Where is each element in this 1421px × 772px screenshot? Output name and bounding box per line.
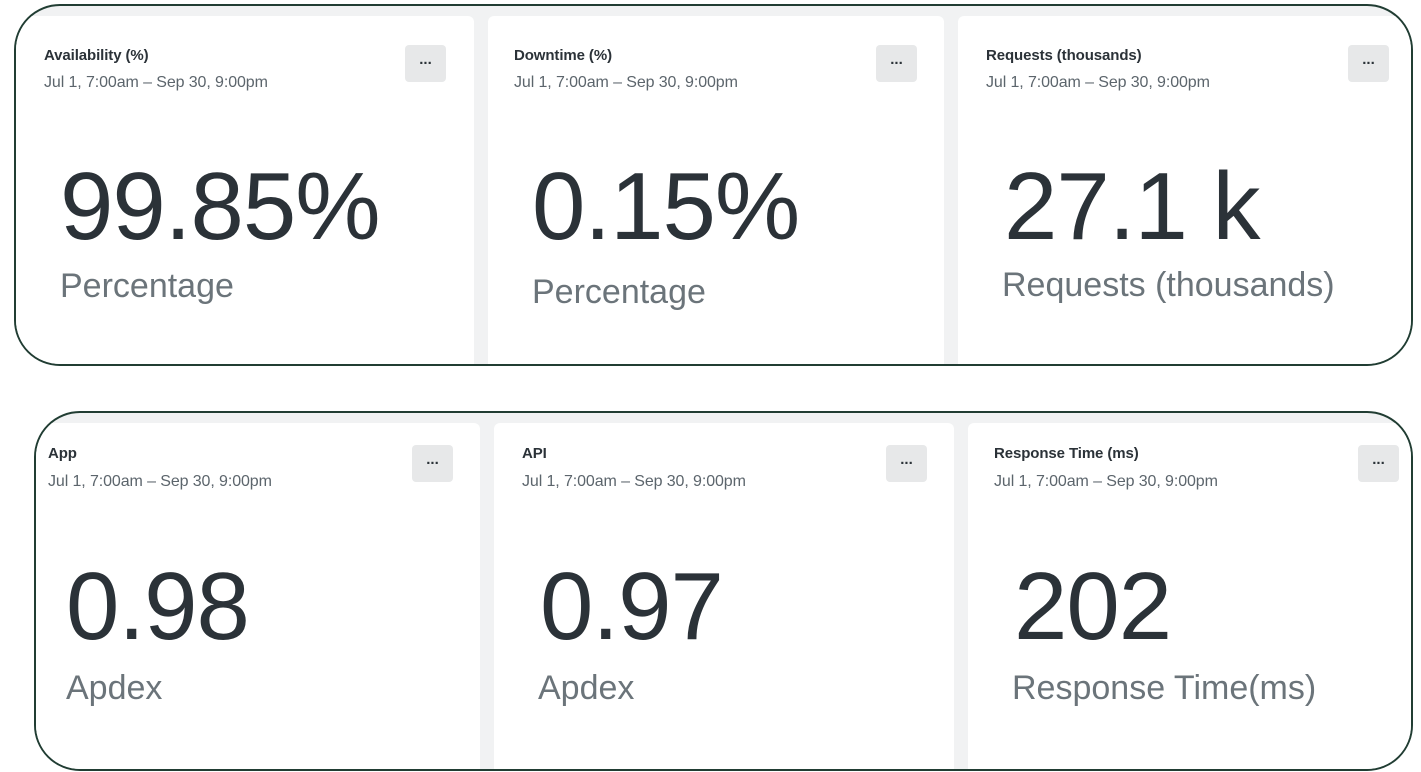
metric-unit: Response Time(ms) [1012,669,1317,707]
card-title: Response Time (ms) [994,445,1139,462]
app-apdex-card: App Jul 1, 7:00am – Sep 30, 9:00pm ... 0… [36,423,480,769]
metric-unit: Apdex [66,669,163,707]
card-title: API [522,445,547,462]
more-icon: ... [900,451,913,468]
more-icon: ... [890,51,903,68]
metric-value: 202 [1014,553,1172,660]
api-apdex-card: API Jul 1, 7:00am – Sep 30, 9:00pm ... 0… [494,423,954,769]
card-time-range: Jul 1, 7:00am – Sep 30, 9:00pm [522,473,746,490]
response-time-card: Response Time (ms) Jul 1, 7:00am – Sep 3… [968,423,1411,769]
metric-value: 0.98 [66,553,250,660]
more-options-button[interactable]: ... [1358,445,1399,482]
card-time-range: Jul 1, 7:00am – Sep 30, 9:00pm [44,74,268,91]
more-options-button[interactable]: ... [412,445,453,482]
more-options-button[interactable]: ... [876,45,917,82]
card-title: App [48,445,77,462]
card-time-range: Jul 1, 7:00am – Sep 30, 9:00pm [986,74,1210,91]
more-icon: ... [1362,51,1375,68]
metric-unit: Percentage [60,267,234,305]
card-time-range: Jul 1, 7:00am – Sep 30, 9:00pm [514,74,738,91]
metrics-group-top: Availability (%) Jul 1, 7:00am – Sep 30,… [14,4,1413,366]
metric-value: 0.97 [540,553,724,660]
card-title: Requests (thousands) [986,47,1142,64]
more-options-button[interactable]: ... [1348,45,1389,82]
card-title: Availability (%) [44,47,149,64]
metric-unit: Apdex [538,669,635,707]
metric-unit: Requests (thousands) [1002,266,1335,304]
requests-card: Requests (thousands) Jul 1, 7:00am – Sep… [958,16,1411,364]
metrics-group-bottom: App Jul 1, 7:00am – Sep 30, 9:00pm ... 0… [34,411,1413,771]
metric-value: 99.85% [60,153,381,260]
more-icon: ... [426,451,439,468]
metric-value: 0.15% [532,153,800,260]
more-options-button[interactable]: ... [405,45,446,82]
card-time-range: Jul 1, 7:00am – Sep 30, 9:00pm [994,473,1218,490]
metric-unit: Percentage [532,273,706,311]
card-title: Downtime (%) [514,47,612,64]
card-time-range: Jul 1, 7:00am – Sep 30, 9:00pm [48,473,272,490]
more-icon: ... [419,51,432,68]
metric-value: 27.1 k [1004,153,1261,260]
downtime-card: Downtime (%) Jul 1, 7:00am – Sep 30, 9:0… [488,16,944,364]
more-options-button[interactable]: ... [886,445,927,482]
more-icon: ... [1372,451,1385,468]
availability-card: Availability (%) Jul 1, 7:00am – Sep 30,… [16,16,474,364]
